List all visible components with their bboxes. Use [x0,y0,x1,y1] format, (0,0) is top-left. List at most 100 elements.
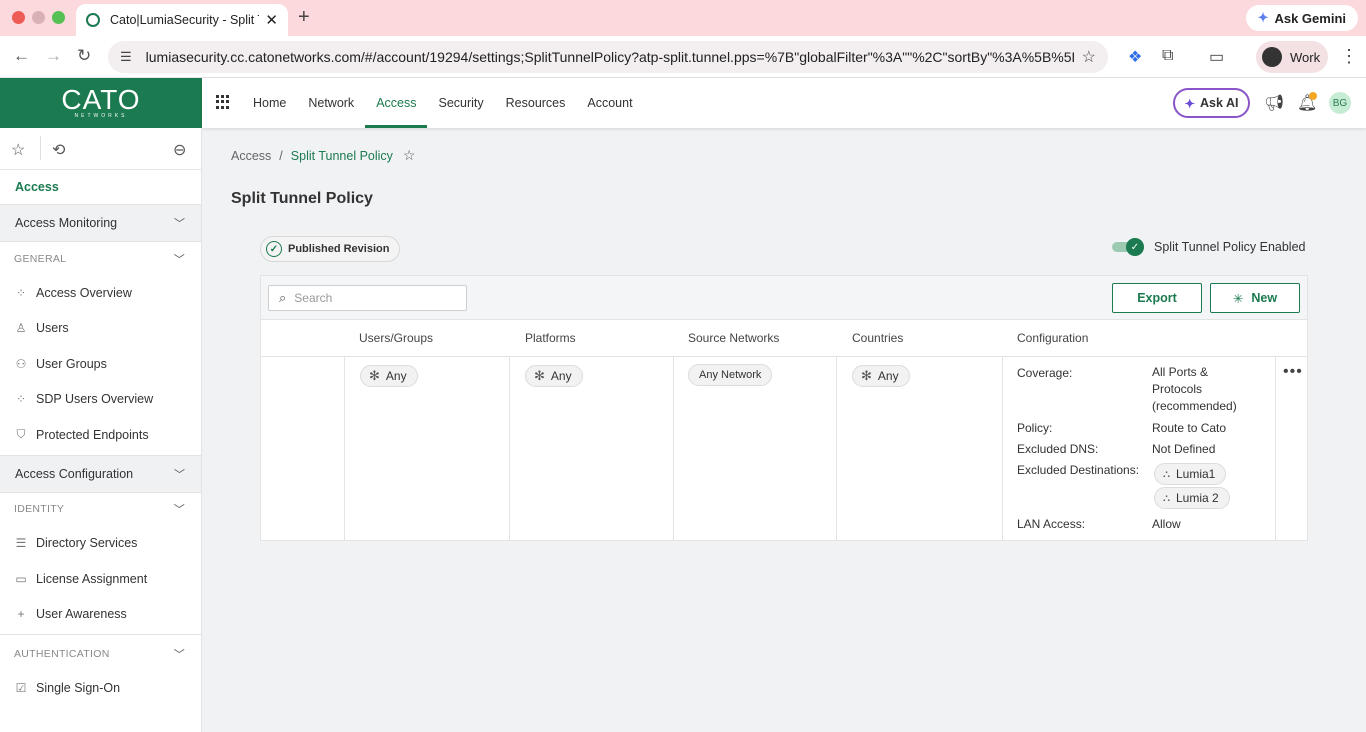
forward-arrow-icon[interactable]: → [45,46,62,66]
breadcrumb-current[interactable]: Split Tunnel Policy [291,149,393,163]
menu-account[interactable]: Account [576,78,643,128]
breadcrumb: Access / Split Tunnel Policy ☆ [231,147,415,164]
sidebar-item-protected-endpoints[interactable]: ⛉ Protected Endpoints [0,417,201,453]
page-title: Split Tunnel Policy [231,190,373,207]
source-networks-chip[interactable]: Any Network [688,364,773,386]
menu-access[interactable]: Access [365,78,428,128]
column-platforms[interactable]: Platforms [525,320,576,357]
gemini-sparkle-icon: ✦ [1257,10,1269,25]
column-divider [1002,357,1003,540]
collapse-sidebar-icon[interactable]: ⊖ [173,140,186,160]
sidebar-item-single-sign-on[interactable]: ☑ Single Sign-On [0,670,201,706]
sidebar-item-label: Directory Services [36,536,138,551]
nodes-icon: ⁘ [15,285,27,300]
network-nodes-icon: ⛬ [1163,468,1170,480]
new-tab-button[interactable]: + [298,6,310,29]
excluded-destinations-label: Excluded Destinations: [1017,463,1140,477]
notification-dot [1309,92,1317,100]
column-divider [509,357,510,540]
sidebar-item-users[interactable]: ♙ Users [0,311,201,347]
favorites-star-icon[interactable]: ☆ [11,140,25,160]
chip-label: Any [550,369,572,383]
menu-network[interactable]: Network [297,78,365,128]
profile-button[interactable]: Work [1256,41,1328,73]
menu-home[interactable]: Home [242,78,297,128]
close-window-button[interactable] [12,11,25,24]
minimize-window-button[interactable] [32,11,45,24]
search-box[interactable]: ⌕ [268,285,467,311]
menu-resources[interactable]: Resources [495,78,577,128]
app-launcher-icon[interactable] [216,95,230,109]
split-tunnel-toggle[interactable]: ✓ [1112,238,1146,256]
sidebar-group-access-monitoring[interactable]: Access Monitoring ﹀ [0,204,201,242]
sidebar-group-access-configuration[interactable]: Access Configuration ﹀ [0,454,201,493]
destination-chip-lumia1[interactable]: ⛬ Lumia1 [1154,463,1227,485]
close-tab-icon[interactable]: ✕ [265,11,278,29]
column-users-groups[interactable]: Users/Groups [359,320,433,357]
sidebar-section-identity[interactable]: IDENTITY ﹀ [0,493,201,526]
app-header: Home Network Access Security Resources A… [202,78,1366,128]
new-button-label: New [1251,291,1278,305]
sidebar-section-authentication[interactable]: AUTHENTICATION ﹀ [0,637,201,670]
maximize-window-button[interactable] [52,11,65,24]
browser-address-row: ← → ↻ ☰ lumiasecurity.cc.catonetworks.co… [0,36,1366,78]
back-arrow-icon[interactable]: ← [13,46,30,66]
bookmark-star-icon[interactable]: ☆ [1082,47,1096,67]
history-icon[interactable]: ⟲ [52,140,65,160]
sidebar-item-user-groups[interactable]: ⚇ User Groups [0,346,201,382]
main-menu: Home Network Access Security Resources A… [242,78,644,128]
megaphone-icon[interactable]: 📢︎ [1264,93,1284,113]
policy-value: Route to Cato [1152,421,1227,435]
new-button[interactable]: ✳ New [1210,283,1300,313]
sidebar-item-label: Single Sign-On [36,680,121,695]
sidebar-item-access-overview[interactable]: ⁘ Access Overview [0,275,201,311]
cato-logo[interactable]: CATO NETWORKS [0,78,202,128]
sparkle-icon: ✦ [1184,96,1196,111]
column-countries[interactable]: Countries [852,320,903,357]
ask-gemini-button[interactable]: ✦ Ask Gemini [1245,5,1358,31]
platforms-chip[interactable]: ✻ Any [525,365,583,387]
asterisk-icon: ✻ [369,368,380,383]
sidebar-section-general[interactable]: GENERAL ﹀ [0,242,201,275]
sidebar-item-label: Protected Endpoints [36,427,149,442]
address-bar[interactable]: ☰ lumiasecurity.cc.catonetworks.com/#/ac… [108,41,1108,73]
sidebar-item-user-awareness[interactable]: + User Awareness [0,597,201,633]
cast-media-icon[interactable]: ▭ [1209,47,1224,67]
revision-label: Published Revision [288,243,390,255]
browser-tabbar: Cato|LumiaSecurity - Split Tunnel Policy… [0,0,1366,36]
coverage-line: All Ports & [1152,365,1209,379]
column-source-networks[interactable]: Source Networks [688,320,779,357]
network-nodes-icon: ⛬ [1163,492,1170,504]
menu-security[interactable]: Security [427,78,494,128]
countries-chip[interactable]: ✻ Any [852,365,910,387]
browser-tab-active[interactable]: Cato|LumiaSecurity - Split Tunnel Policy… [76,4,288,36]
table-row[interactable]: ✻ Any ✻ Any Any Network ✻ Any Coverage: … [261,357,1307,540]
profile-label: Work [1290,49,1321,65]
breadcrumb-separator: / [279,148,283,163]
export-button[interactable]: Export [1112,283,1202,313]
column-configuration[interactable]: Configuration [1017,320,1088,357]
section-label: GENERAL [14,252,67,265]
dropbox-extension-icon[interactable]: ❖ [1128,47,1142,67]
sidebar-item-directory-services[interactable]: ☰ Directory Services [0,526,201,562]
chevron-down-icon: ﹀ [174,218,185,230]
destination-chip-lumia2[interactable]: ⛬ Lumia 2 [1154,487,1230,509]
search-input[interactable] [294,291,445,305]
sidebar-item-license-assignment[interactable]: ▭ License Assignment [0,561,201,597]
favorite-star-icon[interactable]: ☆ [403,147,416,164]
sidebar-item-sdp-users-overview[interactable]: ⁘ SDP Users Overview [0,382,201,418]
published-revision-badge[interactable]: ✓ Published Revision [260,236,401,262]
ask-ai-button[interactable]: ✦ Ask AI [1173,88,1250,118]
row-menu-icon[interactable]: ••• [1283,363,1303,381]
user-avatar[interactable]: BG [1329,92,1351,114]
coverage-label: Coverage: [1017,366,1073,380]
breadcrumb-root[interactable]: Access [231,149,271,163]
ask-gemini-label: Ask Gemini [1274,10,1346,26]
site-settings-icon[interactable]: ☰ [120,49,132,65]
users-groups-chip[interactable]: ✻ Any [360,365,418,387]
table-header: Users/Groups Platforms Source Networks C… [261,320,1307,357]
reload-icon[interactable]: ↻ [77,46,91,66]
profile-avatar [1262,47,1282,67]
browser-menu-icon[interactable]: ⋮ [1340,46,1358,67]
puzzle-extensions-icon[interactable]: ⧉ [1162,47,1173,65]
